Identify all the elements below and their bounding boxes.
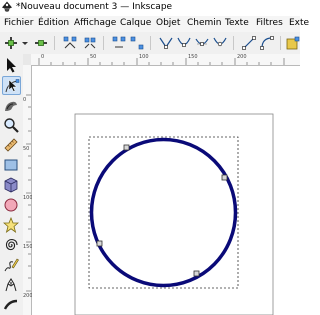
rectangle-icon [4,159,18,171]
tool-controls-bar [0,32,300,55]
tool-star[interactable] [2,216,21,235]
path-node[interactable] [221,174,228,181]
tool-measure[interactable] [2,136,21,155]
node-auto-smooth-icon[interactable] [212,35,228,51]
tool-pen[interactable] [2,276,21,295]
zoom-icon [4,118,19,133]
tool-tweak[interactable] [2,96,21,115]
drawing-canvas[interactable] [32,66,300,315]
menu-texte[interactable]: Texte [225,18,249,28]
menu-fichier[interactable]: Fichier [4,18,33,28]
pencil-icon [4,258,19,272]
horizontal-ruler[interactable]: 0 50 100 150 200 [31,54,300,66]
path-node[interactable] [96,240,103,247]
pen-icon [5,278,17,292]
ruler-label: 0 [41,54,45,60]
horizontal-ruler-ticks [38,58,285,65]
node-editor-icon [5,79,20,93]
insert-node-icon[interactable] [3,35,19,51]
delete-segment-icon[interactable] [129,35,145,51]
segment-to-line-icon[interactable] [241,35,257,51]
join-nodes-icon[interactable] [62,35,78,51]
ruler-label: 50 [90,54,97,60]
tool-pencil[interactable] [2,256,21,275]
path-node[interactable] [193,270,200,277]
toolbar-separator [150,36,151,50]
node-symmetric-icon[interactable] [194,35,210,51]
path-node[interactable] [123,144,130,151]
3d-box-icon [4,177,18,193]
tool-ellipse[interactable] [2,196,21,215]
selector-arrow-icon [7,58,16,73]
ellipse-icon [4,198,18,212]
star-icon [3,217,19,233]
toolbox [0,54,24,315]
delete-node-icon[interactable] [33,35,49,51]
menu-objet[interactable]: Objet [156,18,180,28]
break-path-icon[interactable] [82,35,98,51]
menu-edition[interactable]: Édition [38,18,69,28]
tool-3d-box[interactable] [2,176,21,195]
tool-spiral[interactable] [2,236,21,255]
spiral-icon [5,238,18,251]
menu-filtres[interactable]: Filtres [256,18,283,28]
inkscape-logo-icon [2,1,12,12]
tweak-icon [5,101,17,111]
tool-selector[interactable] [2,56,21,75]
segment-to-curve-icon[interactable] [259,35,275,51]
tool-rectangle[interactable] [2,156,21,175]
ruler-label: 150 [188,54,198,60]
tool-zoom[interactable] [2,116,21,135]
calligraphy-icon [3,299,18,310]
toolbar-separator [280,36,281,50]
title-bar: *Nouveau document 3 — Inkscape [0,0,300,16]
measure-icon [4,138,18,152]
menu-affichage[interactable]: Affichage [74,18,116,28]
vertical-ruler[interactable]: 0 50 100 150 200 [23,65,33,315]
toolbar-separator [54,36,55,50]
chevron-down-icon[interactable] [21,35,29,51]
node-cusp-icon[interactable] [158,35,174,51]
ruler-label: 200 [237,54,247,60]
window-title: *Nouveau document 3 — Inkscape [16,2,173,12]
ruler-corner [23,54,31,65]
node-smooth-icon[interactable] [176,35,192,51]
ruler-label: 50 [23,146,30,152]
menu-chemin[interactable]: Chemin [187,18,222,28]
ruler-label: 100 [139,54,149,60]
tool-calligraphy[interactable] [2,296,21,315]
object-to-path-icon[interactable] [285,35,301,51]
ruler-label: 0 [23,97,27,103]
menu-bar: Fichier Édition Affichage Calque Objet C… [0,16,309,32]
tool-node-editor[interactable] [2,76,21,95]
toolbar-separator [103,36,104,50]
menu-extensions[interactable]: Exte [289,18,309,28]
join-segment-icon[interactable] [111,35,127,51]
menu-calque[interactable]: Calque [120,18,151,28]
toolbar-separator [233,36,234,50]
